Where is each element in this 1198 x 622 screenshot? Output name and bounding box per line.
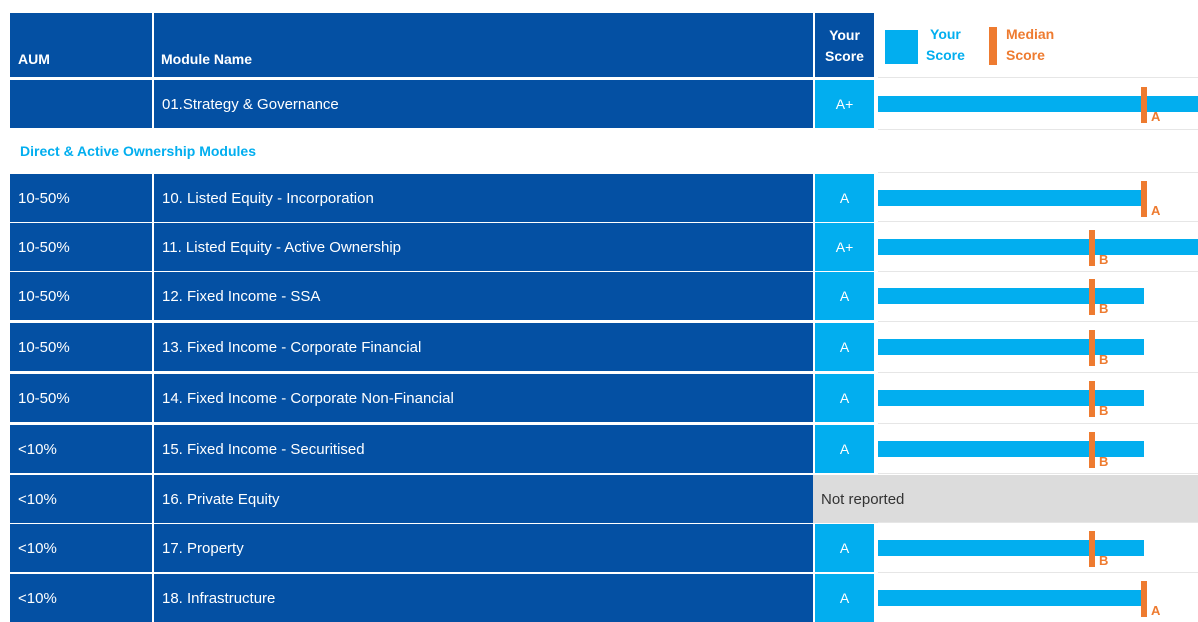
median-score-marker	[1141, 87, 1147, 123]
aum-cell	[10, 80, 152, 128]
module-name-cell: 14. Fixed Income - Corporate Non-Financi…	[154, 374, 813, 422]
module-name-cell: 15. Fixed Income - Securitised	[154, 425, 813, 473]
aum-cell: <10%	[10, 524, 152, 572]
your-score-cell: A	[815, 374, 874, 422]
aum-cell: 10-50%	[10, 272, 152, 320]
aum-cell: 10-50%	[10, 323, 152, 371]
row-separator	[878, 129, 1198, 130]
your-score-legend-line2: Score	[926, 47, 965, 63]
median-grade-label: A	[1151, 603, 1161, 618]
aum-cell: 10-50%	[10, 374, 152, 422]
your-score-bar	[878, 590, 1144, 606]
your-score-header-line1: Your	[829, 27, 860, 43]
aum-cell: 10-50%	[10, 223, 152, 271]
row-separator	[878, 572, 1198, 573]
your-score-cell: A	[815, 272, 874, 320]
median-grade-label: B	[1099, 252, 1109, 267]
median-score-marker	[1089, 432, 1095, 468]
median-grade-label: B	[1099, 553, 1109, 568]
your-score-cell: A	[815, 425, 874, 473]
median-score-marker	[1141, 181, 1147, 217]
module-name-cell: 18. Infrastructure	[154, 574, 813, 622]
not-reported-cell: Not reported	[813, 475, 1198, 523]
section-title: Direct & Active Ownership Modules	[20, 143, 256, 159]
row-separator	[878, 172, 1198, 173]
module-name-cell: 10. Listed Equity - Incorporation	[154, 174, 813, 222]
median-grade-label: B	[1099, 454, 1109, 469]
your-score-bar	[878, 239, 1198, 255]
median-score-legend-line1: Median	[1006, 26, 1055, 42]
median-grade-label: A	[1151, 109, 1161, 124]
aum-cell: 10-50%	[10, 174, 152, 222]
scorecard-table: AUM Module Name Your Score Your Score Me…	[0, 0, 1198, 622]
module-name-cell: 11. Listed Equity - Active Ownership	[154, 223, 813, 271]
aum-cell: <10%	[10, 574, 152, 622]
your-score-cell: A	[815, 574, 874, 622]
module-name-cell: 01.Strategy & Governance	[154, 80, 813, 128]
row-separator	[878, 221, 1198, 222]
your-score-legend-label: Your Score	[926, 24, 965, 66]
median-score-marker	[1089, 531, 1095, 567]
your-score-header-line2: Score	[825, 48, 864, 64]
your-score-cell: A	[815, 524, 874, 572]
your-score-legend-swatch	[885, 30, 918, 64]
your-score-column-header: Your Score	[815, 13, 874, 77]
row-separator	[878, 372, 1198, 373]
row-separator	[878, 522, 1198, 523]
aum-column-header: AUM	[10, 13, 152, 77]
your-score-legend-line1: Your	[930, 26, 961, 42]
aum-cell: <10%	[10, 475, 152, 523]
median-grade-label: A	[1151, 203, 1161, 218]
median-score-legend-label: Median Score	[1006, 24, 1054, 66]
module-name-cell: 16. Private Equity	[154, 475, 813, 523]
median-grade-label: B	[1099, 352, 1109, 367]
median-score-legend-mark	[989, 27, 997, 65]
module-name-cell: 17. Property	[154, 524, 813, 572]
median-grade-label: B	[1099, 403, 1109, 418]
your-score-cell: A	[815, 174, 874, 222]
your-score-cell: A	[815, 323, 874, 371]
median-score-legend-line2: Score	[1006, 47, 1045, 63]
row-separator	[878, 321, 1198, 322]
median-score-marker	[1089, 279, 1095, 315]
row-separator	[878, 423, 1198, 424]
median-score-marker	[1089, 381, 1095, 417]
aum-cell: <10%	[10, 425, 152, 473]
row-separator	[878, 473, 1198, 474]
median-grade-label: B	[1099, 301, 1109, 316]
module-name-header-label: Module Name	[161, 51, 253, 67]
your-score-bar	[878, 190, 1144, 206]
module-name-cell: 13. Fixed Income - Corporate Financial	[154, 323, 813, 371]
your-score-bar	[878, 96, 1198, 112]
median-score-marker	[1141, 581, 1147, 617]
module-name-cell: 12. Fixed Income - SSA	[154, 272, 813, 320]
your-score-cell: A+	[815, 80, 874, 128]
row-separator	[878, 271, 1198, 272]
aum-header-label: AUM	[18, 51, 50, 67]
module-name-column-header: Module Name	[154, 13, 813, 77]
your-score-cell: A+	[815, 223, 874, 271]
row-separator	[878, 77, 1198, 78]
median-score-marker	[1089, 330, 1095, 366]
median-score-marker	[1089, 230, 1095, 266]
